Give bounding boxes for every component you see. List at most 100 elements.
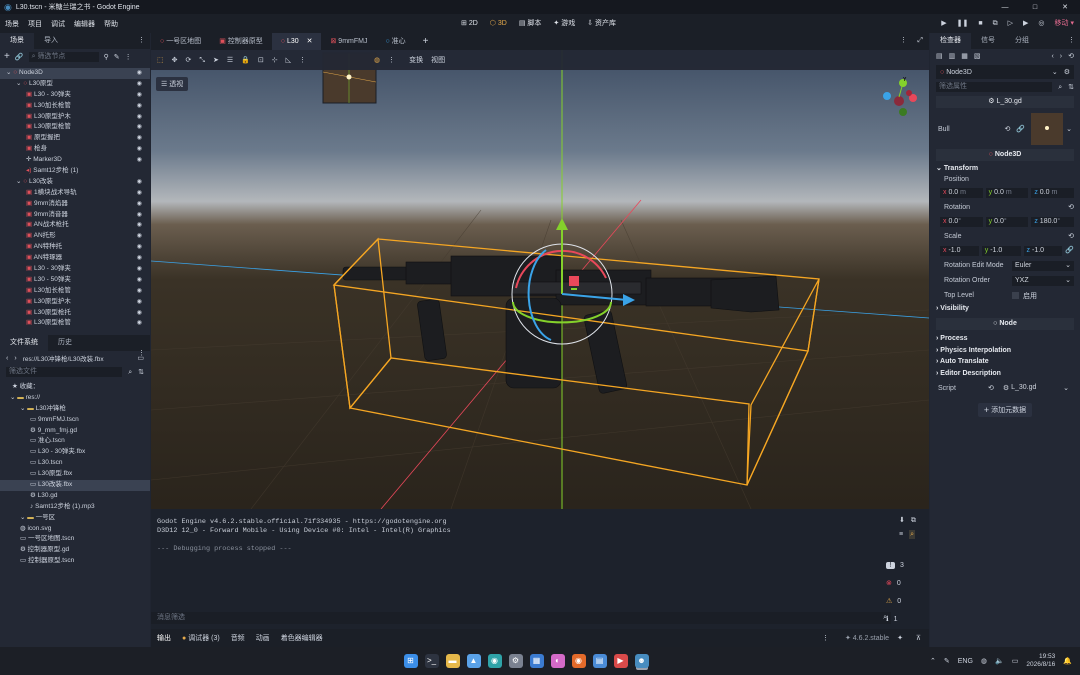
- play-scene-icon[interactable]: ▷: [1008, 20, 1013, 27]
- forward-icon[interactable]: ›: [14, 355, 16, 362]
- group-icon[interactable]: ⊡: [258, 57, 264, 64]
- scene-tree-row[interactable]: ▣ L30原型枪管 ◉: [0, 318, 150, 328]
- messages-counter[interactable]: ! 3: [886, 556, 922, 574]
- tab-signals[interactable]: 信号: [971, 33, 1005, 49]
- visibility-eye-icon[interactable]: ◉: [137, 264, 142, 275]
- scene-tree-row[interactable]: ▣ 9mm消焰器 ◉: [0, 199, 150, 210]
- scene-tree-row[interactable]: ▣ AN托形 ◉: [0, 231, 150, 242]
- language-indicator[interactable]: ENG: [958, 658, 973, 665]
- collapsed-section-header[interactable]: › Auto Translate: [936, 356, 1074, 368]
- scale-y-field[interactable]: y -1.0: [981, 245, 1021, 256]
- filesystem-row[interactable]: ▭ L30 - 30弹夹.fbx: [0, 447, 150, 458]
- firefox-icon[interactable]: ◉: [571, 654, 586, 668]
- color-app-icon[interactable]: ◐: [550, 654, 565, 668]
- perspective-button[interactable]: ☰ 透视: [156, 77, 189, 91]
- paint-icon[interactable]: ▦: [529, 654, 544, 668]
- back-icon[interactable]: ‹: [1051, 53, 1053, 60]
- scene-tab[interactable]: ▣ 控制器原型: [210, 33, 272, 50]
- stop-icon[interactable]: ■: [978, 20, 982, 27]
- lock-icon[interactable]: 🔒: [241, 57, 250, 64]
- link-scale-icon[interactable]: 🔗: [1065, 247, 1074, 254]
- scene-tree-row[interactable]: ▣ AN战术枪托 ◉: [0, 220, 150, 231]
- godot-icon[interactable]: ☻: [634, 654, 649, 668]
- tab-audio[interactable]: 音频: [231, 633, 245, 643]
- favorites-row[interactable]: ★ 收藏：: [0, 382, 150, 393]
- back-icon[interactable]: ‹: [6, 355, 8, 362]
- scene-tree-row[interactable]: ✛ Marker3D ◉: [0, 155, 150, 166]
- scale-mode-icon[interactable]: ⤡: [199, 57, 205, 64]
- node-section-header[interactable]: ○ Node: [936, 318, 1074, 330]
- add-metadata-button[interactable]: + 添加元数据: [978, 403, 1032, 417]
- chevron-down-icon[interactable]: ⌄: [1066, 126, 1072, 133]
- scene-tree-row[interactable]: ▣ AN特种托 ◉: [0, 242, 150, 253]
- edge-icon[interactable]: ◉: [487, 654, 502, 668]
- expand-panel-icon[interactable]: ⊼: [916, 634, 921, 642]
- media-player-icon[interactable]: ▶: [613, 654, 628, 668]
- expand-arrow-icon[interactable]: ⌄: [20, 514, 25, 522]
- ruler-icon[interactable]: ◺: [286, 57, 291, 64]
- load-resource-icon[interactable]: ▥: [949, 53, 956, 60]
- mode-script-button[interactable]: ▤ 脚本: [519, 18, 542, 28]
- view-menu[interactable]: 视图: [431, 55, 445, 65]
- visibility-eye-icon[interactable]: ◉: [137, 210, 142, 221]
- filesystem-row[interactable]: ▭ L30原型.fbx: [0, 469, 150, 480]
- scene-tab[interactable]: ○ 一号区地图: [151, 33, 210, 50]
- info-counter[interactable]: ℹ1: [886, 610, 922, 628]
- file-explorer-icon[interactable]: ▬: [445, 654, 460, 668]
- scene-tab[interactable]: ⊠ 9mmFMJ: [321, 33, 376, 50]
- local-space-icon[interactable]: ⋮: [299, 57, 306, 64]
- filesystem-row[interactable]: ▭ 控制器原型.tscn: [0, 556, 150, 567]
- filesystem-row[interactable]: ◍ icon.svg: [0, 524, 150, 535]
- mode-3d-button[interactable]: ⬡ 3D: [490, 20, 507, 27]
- visibility-eye-icon[interactable]: ◉: [137, 177, 142, 188]
- more-icon[interactable]: ⋮: [900, 37, 907, 44]
- menu-debug[interactable]: 调试: [51, 19, 65, 29]
- filesystem-row[interactable]: ▭ 9mmFMJ.tscn: [0, 415, 150, 426]
- transform-menu[interactable]: 变换: [409, 55, 423, 65]
- sort-icon[interactable]: ⇅: [1068, 84, 1074, 91]
- tab-filesystem[interactable]: 文件系统: [0, 335, 48, 351]
- menu-help[interactable]: 帮助: [104, 19, 118, 29]
- filesystem-row[interactable]: ⌄ ▬ 一号区: [0, 513, 150, 524]
- environment-icon[interactable]: ◍: [374, 57, 380, 64]
- distraction-free-icon[interactable]: ⤢: [917, 37, 923, 44]
- renderer-select[interactable]: 移动 ▾: [1055, 18, 1074, 28]
- tab-animation[interactable]: 动画: [256, 633, 270, 643]
- node3d-section-header[interactable]: ○ Node3D: [936, 149, 1074, 161]
- more-icon[interactable]: ⋮: [125, 54, 132, 61]
- scene-tree-row[interactable]: ▣ L30 - 30弹夹 ◉: [0, 264, 150, 275]
- visibility-eye-icon[interactable]: ◉: [137, 297, 142, 308]
- add-node-icon[interactable]: +: [4, 52, 10, 62]
- tab-history[interactable]: 历史: [48, 335, 82, 351]
- volume-icon[interactable]: 🔈: [995, 658, 1004, 665]
- filesystem-row[interactable]: ♪ Samt12步枪 (1).mp3: [0, 502, 150, 513]
- scene-tree-row[interactable]: ▣ L30原型枪管 ◉: [0, 122, 150, 133]
- tab-output[interactable]: 输出: [157, 633, 171, 643]
- scene-tree-row[interactable]: ▣ L30 - 30弹夹 ◉: [0, 90, 150, 101]
- filesystem-row[interactable]: ▭ 准心.tscn: [0, 436, 150, 447]
- search-toggle-icon[interactable]: ⌕: [909, 529, 916, 539]
- visibility-eye-icon[interactable]: ◉: [137, 242, 142, 253]
- movie-icon[interactable]: ◎: [1038, 20, 1044, 27]
- filesystem-row[interactable]: ⚙ 9_mm_fmj.gd: [0, 426, 150, 437]
- scene-tree-row[interactable]: ▣ L30 - 50弹夹 ◉: [0, 275, 150, 286]
- log-filter-input[interactable]: 消息筛选 ⌕: [151, 612, 891, 624]
- object-menu-icon[interactable]: ⚙: [1064, 69, 1070, 76]
- close-tab-icon[interactable]: ✕: [307, 38, 313, 45]
- filesystem-row[interactable]: ▭ L30改装.fbx: [0, 480, 150, 491]
- visibility-eye-icon[interactable]: ◉: [137, 122, 142, 133]
- rotation-edit-mode-select[interactable]: Euler ⌄: [1012, 260, 1074, 271]
- new-resource-icon[interactable]: ▤: [936, 53, 943, 60]
- revert-icon[interactable]: ⟲: [1068, 204, 1074, 211]
- remote-debug-icon[interactable]: ⧉: [993, 20, 998, 27]
- scene-tree-row[interactable]: ▣ 1横块战术导轨 ◉: [0, 188, 150, 199]
- battery-icon[interactable]: ▭: [1012, 658, 1019, 665]
- scene-tab[interactable]: ○ 准心: [376, 33, 414, 50]
- tab-import[interactable]: 导入: [34, 33, 68, 49]
- rotation-x-field[interactable]: x 0.0°: [940, 216, 983, 227]
- expand-arrow-icon[interactable]: ⌄: [6, 69, 11, 77]
- scene-tree-row[interactable]: ⌄ ○ L30原型 ◉: [0, 79, 150, 90]
- menu-dots-icon[interactable]: ⋮: [1068, 37, 1075, 44]
- tab-shader-editor[interactable]: 着色器编辑器: [281, 633, 323, 643]
- position-x-field[interactable]: x 0.0 m: [940, 187, 983, 198]
